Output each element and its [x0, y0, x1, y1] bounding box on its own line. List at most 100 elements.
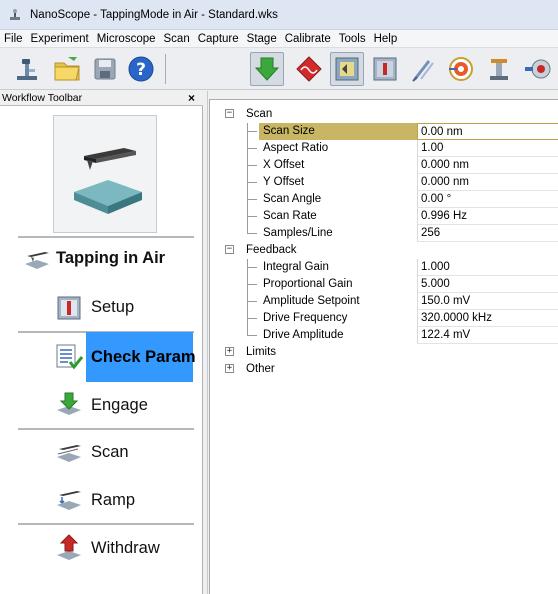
param-row-proportional-gain[interactable]: Proportional Gain 5.000 [210, 276, 558, 293]
param-name: Scan Angle [263, 193, 322, 205]
setup-icon[interactable] [368, 52, 402, 86]
tree-line [247, 284, 257, 285]
probe-icon[interactable] [406, 52, 440, 86]
withdraw-icon [54, 533, 84, 563]
expand-icon[interactable]: + [225, 364, 234, 373]
param-value-input[interactable]: 122.4 mV [417, 327, 558, 344]
svg-text:?: ? [136, 60, 146, 80]
param-name: Drive Frequency [263, 312, 348, 324]
collapse-icon[interactable]: − [225, 245, 234, 254]
param-value-input[interactable]: 1.000 [417, 259, 558, 276]
param-name: Samples/Line [263, 227, 333, 239]
param-row-x-offset[interactable]: X Offset 0.000 nm [210, 157, 558, 174]
menu-stage[interactable]: Stage [243, 33, 281, 45]
param-value-input[interactable]: 1.00 [417, 140, 558, 157]
tree-line [247, 233, 257, 234]
param-row-amplitude-setpoint[interactable]: Amplitude Setpoint 150.0 mV [210, 293, 558, 310]
workflow-step-label: Setup [91, 298, 135, 316]
expand-icon[interactable]: + [225, 347, 234, 356]
save-icon[interactable] [88, 52, 122, 86]
group-label: Scan [246, 108, 273, 120]
view-icon[interactable] [330, 52, 364, 86]
menu-experiment[interactable]: Experiment [27, 33, 93, 45]
workflow-step-check-parameters[interactable]: Check Param [0, 332, 203, 382]
toolbar-separator [165, 54, 166, 84]
group-scan[interactable]: − Scan [210, 106, 558, 123]
workflow-step-setup[interactable]: Setup [0, 286, 203, 330]
help-icon[interactable]: ? [124, 52, 158, 86]
param-name: Integral Gain [263, 261, 329, 273]
param-value-input[interactable]: 150.0 mV [417, 293, 558, 310]
parameter-grid: − Scan Scan Size 0.00 nm Aspect Ratio 1.… [209, 99, 558, 594]
main-toolbar: ? [0, 48, 558, 90]
tree-line [247, 216, 257, 217]
param-row-scan-angle[interactable]: Scan Angle 0.00 ° [210, 191, 558, 208]
menu-microscope[interactable]: Microscope [93, 33, 160, 45]
tree-line [247, 267, 257, 268]
param-row-drive-frequency[interactable]: Drive Frequency 320.0000 kHz [210, 310, 558, 327]
collapse-icon[interactable]: − [225, 109, 234, 118]
workflow-step-label: Engage [91, 396, 148, 414]
window-title: NanoScope - TappingMode in Air - Standar… [30, 8, 278, 21]
param-row-scan-rate[interactable]: Scan Rate 0.996 Hz [210, 208, 558, 225]
param-value-input[interactable]: 5.000 [417, 276, 558, 293]
param-value-input[interactable]: 0.00 ° [417, 191, 558, 208]
workflow-step-scan[interactable]: Scan [0, 430, 203, 474]
stage-icon[interactable] [482, 52, 516, 86]
param-value-input[interactable]: 0.00 nm [417, 123, 558, 140]
param-value-input[interactable]: 0.000 nm [417, 174, 558, 191]
param-name: Amplitude Setpoint [263, 295, 360, 307]
workflow-toolbar-header: Workflow Toolbar × [0, 91, 203, 106]
workflow-step-ramp[interactable]: Ramp [0, 478, 203, 522]
param-row-scan-size[interactable]: Scan Size 0.00 nm [210, 123, 558, 140]
probe-image [53, 115, 157, 233]
engage-arrow-icon[interactable] [250, 52, 284, 86]
group-label: Limits [246, 346, 277, 358]
title-bar: NanoScope - TappingMode in Air - Standar… [0, 0, 558, 30]
tree-line [247, 318, 257, 319]
workflow-step-label: Withdraw [91, 539, 160, 557]
param-row-samples-per-line[interactable]: Samples/Line 256 [210, 225, 558, 242]
motor-icon[interactable] [520, 52, 554, 86]
menu-tools[interactable]: Tools [335, 33, 370, 45]
scan-icon [54, 437, 84, 467]
param-row-drive-amplitude[interactable]: Drive Amplitude 122.4 mV [210, 327, 558, 344]
close-icon[interactable]: × [188, 91, 195, 105]
menu-file[interactable]: File [0, 33, 27, 45]
group-other[interactable]: + Other [210, 361, 558, 378]
workflow-step-withdraw[interactable]: Withdraw [0, 526, 203, 570]
workflow-mode-tapping-in-air[interactable]: Tapping in Air [0, 237, 203, 281]
tree-line [247, 148, 257, 149]
menu-calibrate[interactable]: Calibrate [281, 33, 335, 45]
menu-bar: File Experiment Microscope Scan Capture … [0, 30, 558, 48]
param-row-aspect-ratio[interactable]: Aspect Ratio 1.00 [210, 140, 558, 157]
param-name: Aspect Ratio [263, 142, 329, 154]
tune-icon[interactable] [292, 52, 326, 86]
workflow-panel: Tapping in Air Setup Check Param Engage … [0, 106, 203, 594]
param-value-input[interactable]: 0.000 nm [417, 157, 558, 174]
param-value-input[interactable]: 256 [417, 225, 558, 242]
open-folder-icon[interactable] [50, 52, 84, 86]
group-label: Feedback [246, 244, 297, 256]
checklist-icon [54, 342, 84, 372]
param-name: X Offset [263, 159, 305, 171]
microscope-icon[interactable] [10, 52, 44, 86]
workflow-mode-label: Tapping in Air [56, 249, 166, 267]
group-feedback[interactable]: − Feedback [210, 242, 558, 259]
param-name: Y Offset [263, 176, 305, 188]
param-row-y-offset[interactable]: Y Offset 0.000 nm [210, 174, 558, 191]
menu-scan[interactable]: Scan [160, 33, 194, 45]
param-value-input[interactable]: 0.996 Hz [417, 208, 558, 225]
tapping-mode-icon [22, 244, 52, 274]
tree-line [247, 165, 257, 166]
group-limits[interactable]: + Limits [210, 344, 558, 361]
menu-capture[interactable]: Capture [194, 33, 243, 45]
param-value-input[interactable]: 320.0000 kHz [417, 310, 558, 327]
workflow-toolbar-title: Workflow Toolbar [2, 92, 83, 104]
param-row-integral-gain[interactable]: Integral Gain 1.000 [210, 259, 558, 276]
app-icon [10, 8, 20, 20]
target-icon[interactable] [444, 52, 478, 86]
menu-help[interactable]: Help [370, 33, 402, 45]
workflow-step-engage[interactable]: Engage [0, 383, 203, 427]
ramp-icon [54, 485, 84, 515]
